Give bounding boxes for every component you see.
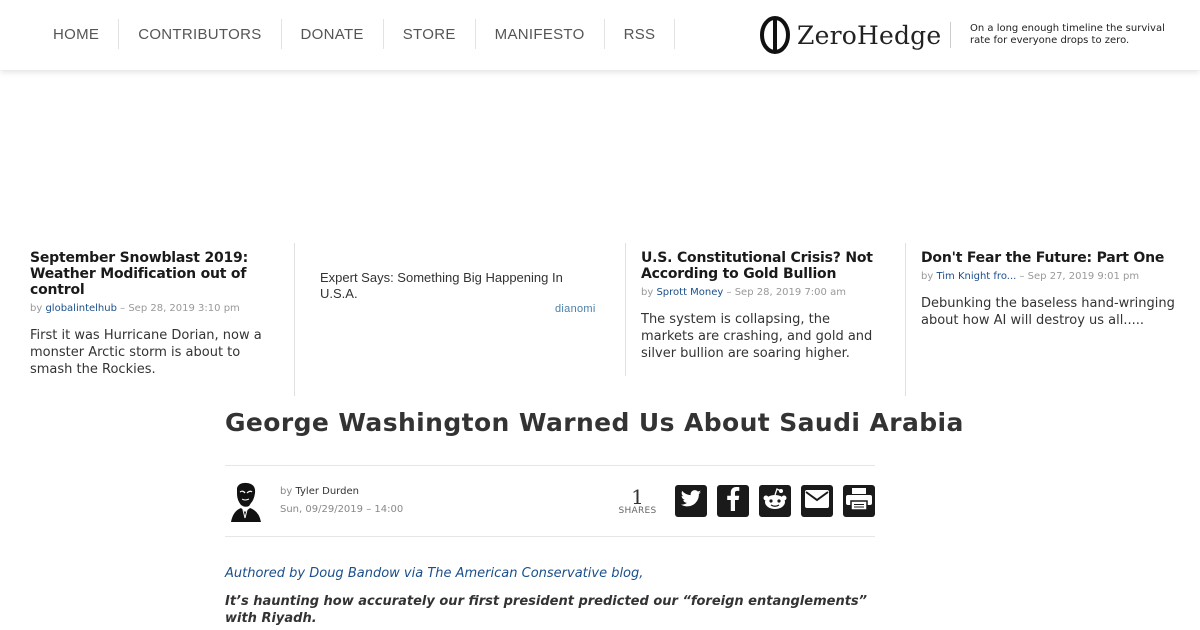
teaser-title[interactable]: September Snowblast 2019: Weather Modifi… (30, 250, 275, 298)
facebook-icon (726, 487, 740, 515)
author-avatar[interactable] (225, 480, 265, 522)
teaser-by: by (30, 303, 43, 314)
sponsored-headline[interactable]: Expert Says: Something Big Happening In … (320, 270, 600, 302)
article-byline: by Tyler Durden (280, 486, 359, 497)
print-icon (846, 488, 872, 514)
share-print-button[interactable] (843, 485, 875, 517)
teaser-date: – Sep 27, 2019 9:01 pm (1019, 271, 1140, 282)
teaser-divider (905, 243, 906, 396)
teaser-meta: by Tim Knight fro... – Sep 27, 2019 9:01… (921, 271, 1176, 282)
zerohedge-logo-mark-icon (759, 16, 791, 54)
nav-manifesto[interactable]: MANIFESTO (476, 19, 605, 49)
main-nav: HOME CONTRIBUTORS DONATE STORE MANIFESTO… (34, 19, 676, 49)
article-author[interactable]: Tyler Durden (295, 486, 359, 497)
header-divider (950, 22, 951, 48)
email-icon (805, 490, 829, 512)
site-tagline: On a long enough timeline the survival r… (970, 23, 1165, 46)
teaser-summary: Debunking the baseless hand-wringing abo… (921, 296, 1175, 328)
teaser-by: by (921, 271, 934, 282)
nav-rss[interactable]: RSS (605, 19, 676, 49)
logo-text: ZeroHedge (797, 20, 942, 50)
teaser-author[interactable]: globalintelhub (45, 303, 117, 314)
share-email-button[interactable] (801, 485, 833, 517)
teaser-card-3[interactable]: Don't Fear the Future: Part One by Tim K… (921, 243, 1176, 329)
divider (225, 536, 875, 537)
teaser-divider (625, 243, 626, 376)
share-twitter-button[interactable] (675, 485, 707, 517)
site-logo[interactable]: ZeroHedge (759, 14, 941, 56)
share-reddit-button[interactable] (759, 485, 791, 517)
teaser-date: – Sep 28, 2019 7:00 am (726, 287, 846, 298)
teaser-title[interactable]: U.S. Constitutional Crisis? Not Accordin… (641, 250, 886, 282)
teaser-author[interactable]: Sprott Money (656, 287, 723, 298)
article-date: Sun, 09/29/2019 – 14:00 (280, 504, 404, 515)
article-lead: It’s haunting how accurately our first p… (225, 594, 868, 626)
site-header: HOME CONTRIBUTORS DONATE STORE MANIFESTO… (0, 0, 1200, 70)
teaser-summary: The system is collapsing, the markets ar… (641, 312, 873, 361)
teaser-card-2[interactable]: U.S. Constitutional Crisis? Not Accordin… (641, 243, 886, 362)
teaser-meta: by Sprott Money – Sep 28, 2019 7:00 am (641, 287, 886, 298)
divider (225, 465, 875, 466)
byline-prefix: by (280, 486, 293, 497)
teaser-author[interactable]: Tim Knight fro... (936, 271, 1016, 282)
teaser-summary: First it was Hurricane Dorian, now a mon… (30, 328, 262, 377)
teaser-title[interactable]: Don't Fear the Future: Part One (921, 250, 1176, 266)
teaser-date: – Sep 28, 2019 3:10 pm (120, 303, 240, 314)
reddit-icon (762, 488, 788, 514)
article-title: George Washington Warned Us About Saudi … (225, 408, 964, 437)
teaser-by: by (641, 287, 654, 298)
sponsored-provider-logo[interactable]: dianomi (555, 303, 596, 315)
nav-contributors[interactable]: CONTRIBUTORS (119, 19, 282, 49)
twitter-icon (680, 489, 702, 513)
article-intro[interactable]: Authored by Doug Bandow via The American… (225, 566, 643, 581)
share-facebook-button[interactable] (717, 485, 749, 517)
shares-label: SHARES (618, 506, 657, 516)
nav-home[interactable]: HOME (34, 19, 120, 49)
nav-donate[interactable]: DONATE (282, 19, 384, 49)
teaser-divider (294, 243, 295, 396)
teaser-card-1[interactable]: September Snowblast 2019: Weather Modifi… (30, 243, 275, 378)
teaser-meta: by globalintelhub – Sep 28, 2019 3:10 pm (30, 303, 275, 314)
nav-store[interactable]: STORE (384, 19, 476, 49)
